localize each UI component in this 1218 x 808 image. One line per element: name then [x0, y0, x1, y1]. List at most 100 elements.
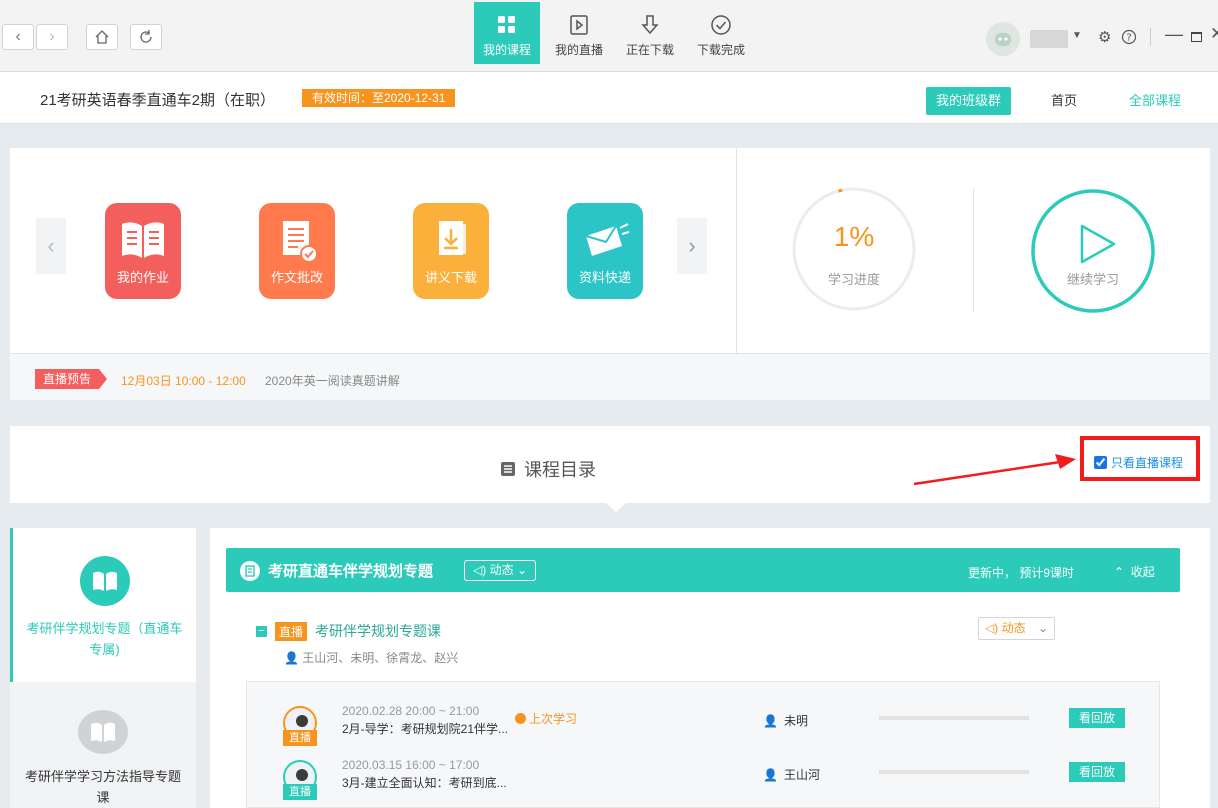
- handout-download-button[interactable]: 讲义下载: [413, 203, 489, 299]
- module-sidebar: 考研伴学规划专题（直通车专属) 考研伴学学习方法指导专题课: [10, 528, 196, 808]
- tab-label: 我的直播: [554, 43, 603, 57]
- lesson-name[interactable]: 2月-导学：考研规划院21伴学...: [342, 720, 508, 737]
- material-express-button[interactable]: 资料快递: [567, 203, 643, 299]
- document-check-icon: [283, 221, 318, 263]
- list-icon: [501, 462, 515, 476]
- course-title: 21考研英语春季直通车2期（在职）: [40, 92, 276, 109]
- module-label: 考研伴学学习方法指导专题课: [24, 769, 181, 805]
- catalog-title-text: 课程目录: [524, 460, 596, 480]
- clock-icon: [515, 713, 526, 724]
- progress-value: 1%: [833, 221, 875, 252]
- lesson-teacher: 👤 未明: [763, 712, 808, 729]
- course-teachers-text: 王山河、未明、徐霄龙、赵兴: [302, 651, 459, 665]
- course-dynamic-label: 动态: [1001, 621, 1026, 635]
- list-item[interactable]: 直播 2020.03.15 16:00 ~ 17:00 3月-建立全面认知：考研…: [247, 758, 1159, 808]
- chevron-left-icon: ‹: [15, 28, 21, 45]
- feature-label: 讲义下载: [424, 270, 477, 285]
- back-button[interactable]: ‹: [2, 24, 34, 50]
- topic-status: 更新中， 预计9课时: [968, 566, 1075, 580]
- replay-button[interactable]: 看回放: [1069, 762, 1126, 782]
- chevron-down-icon: ⌄: [516, 563, 527, 577]
- close-icon[interactable]: ✕: [1210, 24, 1218, 44]
- play-icon: [1080, 224, 1116, 264]
- forward-button[interactable]: ›: [36, 24, 68, 50]
- next-arrow-button[interactable]: ›: [677, 218, 707, 274]
- lesson-name[interactable]: 3月-建立全面认知：考研到底...: [342, 774, 507, 791]
- live-preview-time: 12月03日 10:00 - 12:00: [121, 374, 246, 388]
- topic-dynamic-dropdown[interactable]: ◁) 动态 ⌄: [464, 560, 536, 581]
- topic-doc-icon: [240, 560, 260, 581]
- replay-button[interactable]: 看回放: [1069, 708, 1126, 728]
- tab-label: 我的课程: [482, 43, 531, 57]
- maximize-icon[interactable]: [1191, 32, 1202, 42]
- class-group-button[interactable]: 我的班级群: [926, 87, 1012, 115]
- refresh-icon: [140, 30, 152, 43]
- course-name[interactable]: 考研伴学规划专题课: [315, 621, 441, 641]
- catalog-notch: [606, 503, 626, 512]
- live-badge: 直播: [283, 784, 317, 800]
- module-label: 考研伴学规划专题（直通车专属): [26, 621, 183, 657]
- collapse-minus-icon[interactable]: −: [256, 625, 267, 637]
- continue-learning-button[interactable]: [1030, 188, 1156, 314]
- download-file-icon: [439, 221, 466, 255]
- topic-bar: 考研直通车伴学规划专题 ◁) 动态 ⌄ 更新中， 预计9课时 ⌃ 收起: [226, 548, 1180, 592]
- topic-dynamic-label: 动态: [489, 563, 514, 577]
- download-arrow-icon: [641, 15, 659, 35]
- all-courses-link[interactable]: 全部课程: [1129, 90, 1181, 109]
- help-icon[interactable]: ?: [1121, 29, 1137, 49]
- feature-label: 资料快递: [578, 270, 631, 285]
- list-item[interactable]: 直播 2020.02.28 20:00 ~ 21:00 2月-导学：考研规划院2…: [247, 704, 1159, 758]
- tab-label: 正在下载: [625, 43, 674, 57]
- live-only-label[interactable]: 只看直播课程: [1111, 454, 1183, 471]
- home-link[interactable]: 首页: [1051, 90, 1077, 109]
- username-redacted[interactable]: [1030, 30, 1068, 48]
- book-icon: [78, 710, 128, 754]
- refresh-button[interactable]: [130, 24, 162, 50]
- course-teachers: 👤 王山河、未明、徐霄龙、赵兴: [284, 649, 458, 666]
- chevron-right-icon: ›: [49, 28, 55, 45]
- topic-title-text: 考研直通车伴学规划专题: [268, 563, 434, 580]
- prev-arrow-button[interactable]: ‹: [36, 218, 66, 274]
- tab-downloading[interactable]: 正在下载: [617, 2, 683, 64]
- module-item-planning[interactable]: 考研伴学规划专题（直通车专属): [10, 528, 196, 682]
- chevron-right-icon: ›: [688, 233, 696, 258]
- live-preview-topic[interactable]: 2020年英一阅读真题讲解: [265, 372, 400, 389]
- progress-label: 学习进度: [827, 272, 880, 287]
- gear-icon[interactable]: ⚙: [1098, 28, 1111, 46]
- tab-my-live[interactable]: 我的直播: [546, 2, 612, 64]
- live-only-filter[interactable]: 只看直播课程: [1094, 454, 1183, 471]
- lesson-time: 2020.02.28 20:00 ~ 21:00: [342, 704, 480, 718]
- live-only-checkbox[interactable]: [1094, 456, 1107, 469]
- last-study-label: 上次学习: [529, 712, 578, 726]
- course-row[interactable]: − 直播 考研伴学规划专题课: [256, 621, 441, 641]
- avatar[interactable]: [986, 22, 1020, 56]
- course-dynamic-dropdown[interactable]: ◁) 动态 ⌄: [978, 617, 1055, 640]
- catalog-title: 课程目录: [500, 456, 596, 482]
- tab-my-courses[interactable]: 我的课程: [474, 2, 540, 64]
- lesson-progress-bar: [879, 716, 1029, 720]
- chevron-left-icon: ‹: [47, 233, 55, 258]
- homework-button[interactable]: 我的作业: [105, 203, 181, 299]
- continue-label[interactable]: 继续学习: [1030, 269, 1156, 288]
- annotation-arrow: [913, 454, 1076, 486]
- course-header: 21考研英语春季直通车2期（在职） 有效时间：至2020-12-31 我的班级群…: [0, 72, 1218, 124]
- envelope-fly-icon: [585, 223, 630, 256]
- lesson-list: 直播 2020.02.28 20:00 ~ 21:00 2月-导学：考研规划院2…: [246, 681, 1160, 808]
- toolbar-divider: [1150, 28, 1151, 46]
- minimize-icon[interactable]: —: [1165, 24, 1183, 45]
- live-tag: 直播: [275, 621, 308, 641]
- person-icon: 👤: [284, 651, 299, 665]
- divider: [736, 148, 737, 353]
- last-study-marker: 上次学习: [515, 710, 577, 727]
- home-icon: [95, 30, 109, 44]
- essay-correction-button[interactable]: 作文批改: [259, 203, 335, 299]
- collapse-button[interactable]: ⌃ 收起: [1114, 563, 1155, 580]
- module-item-method[interactable]: 考研伴学学习方法指导专题课: [10, 682, 196, 808]
- live-preview-tag: 直播预告: [35, 369, 108, 389]
- tab-downloaded[interactable]: 下载完成: [688, 2, 754, 64]
- chevron-down-icon[interactable]: ▼: [1072, 30, 1082, 41]
- speaker-icon: ◁): [985, 621, 999, 635]
- lesson-teacher-name: 王山河: [783, 768, 820, 782]
- home-button[interactable]: [86, 24, 118, 50]
- live-preview-bar: 直播预告 12月03日 10:00 - 12:00 2020年英一阅读真题讲解: [10, 353, 1210, 400]
